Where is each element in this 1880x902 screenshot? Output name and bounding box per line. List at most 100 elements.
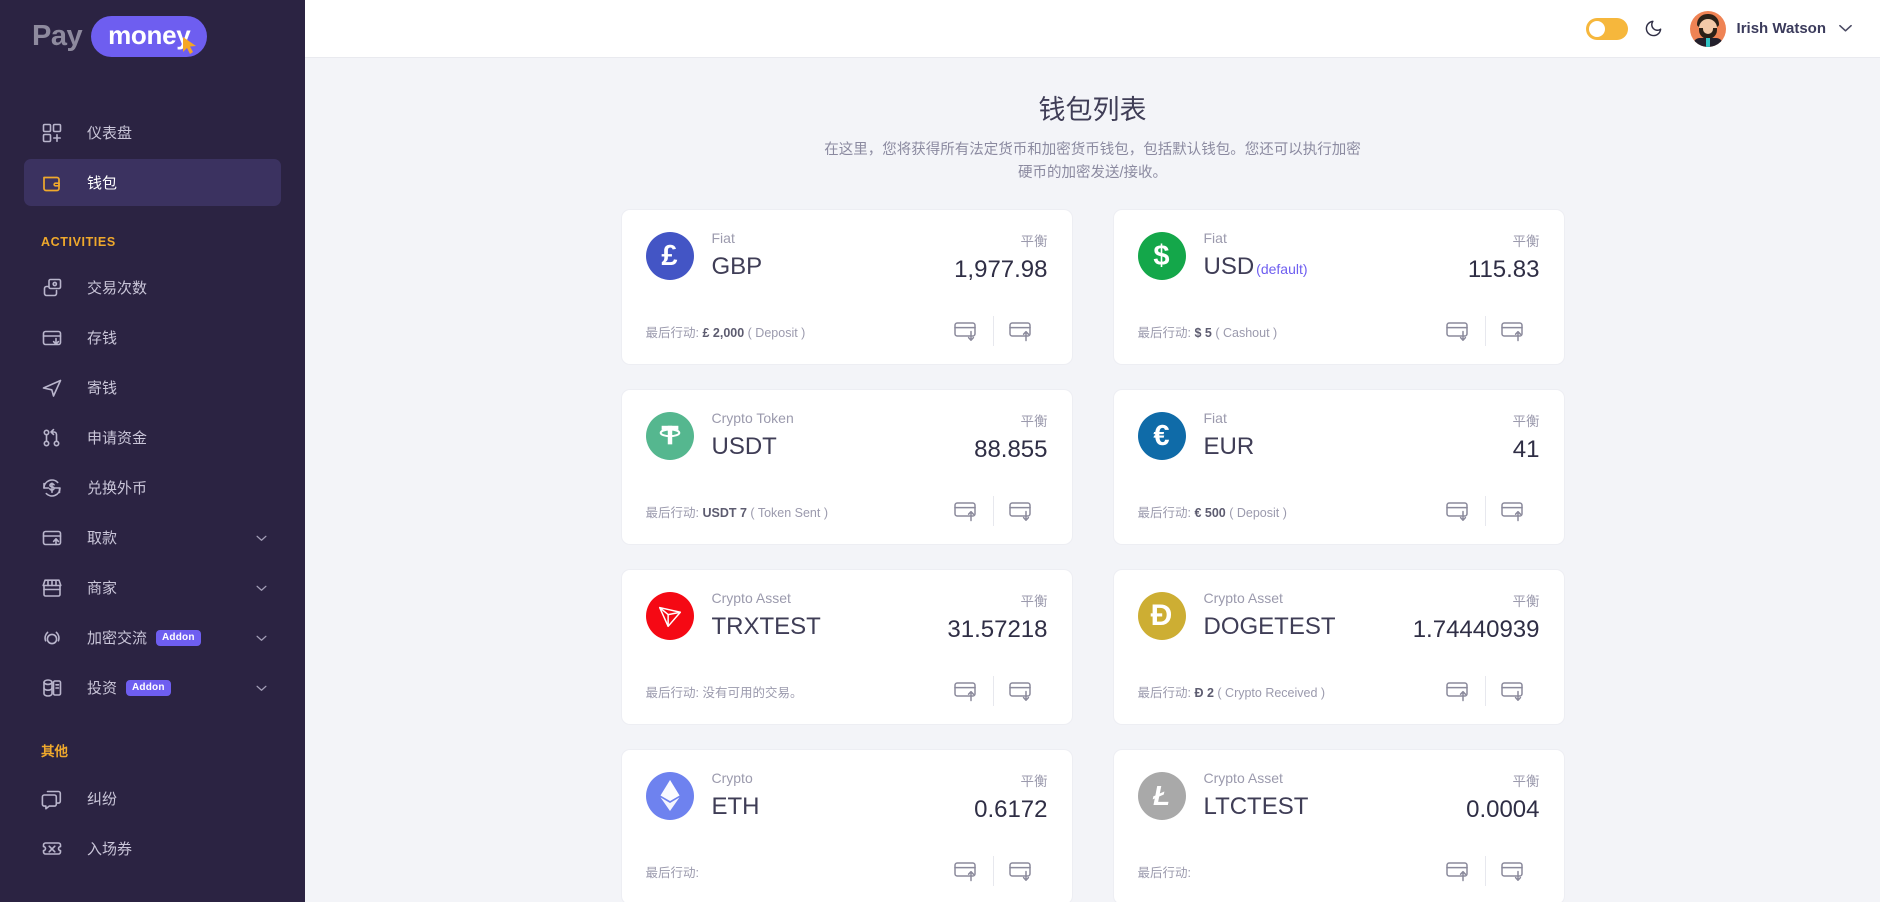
balance-label: 平衡 (1512, 234, 1540, 250)
sidebar-item-deposit[interactable]: 存钱 (24, 314, 281, 361)
chevron-down-icon[interactable] (256, 529, 267, 547)
wallet-grid: £ Fiat GBP 平衡 1,977.98 最后行动: £ 2,000 ( D… (305, 209, 1880, 902)
balance-label: 平衡 (1020, 414, 1048, 430)
sidebar-item-label: 仪表盘 (87, 125, 133, 142)
balance-label: 平衡 (1512, 414, 1540, 430)
send-crypto-icon-button[interactable] (1431, 674, 1485, 708)
deposit-icon-button[interactable] (1431, 494, 1485, 528)
page-title: 钱包列表 (1038, 95, 1147, 125)
wallet-actions (939, 494, 1048, 528)
balance-value: 41 (1512, 436, 1540, 464)
withdraw-icon-button[interactable] (1486, 314, 1540, 348)
sidebar-item-ticket[interactable]: 入场券 (24, 825, 281, 872)
sidebar-item-label: 申请资金 (87, 430, 148, 447)
wallet-actions (939, 854, 1048, 888)
chevron-down-icon[interactable] (256, 629, 267, 647)
sidebar-item-exchange[interactable]: 兑换外币 (24, 464, 281, 511)
send-crypto-icon-button[interactable] (939, 854, 993, 888)
wallet-balance-block: 平衡 1.74440939 (1413, 590, 1540, 644)
last-action-text: 最后行动: € 500 ( Deposit ) (1138, 502, 1287, 521)
sidebar-item-wallet[interactable]: 钱包 (24, 159, 281, 206)
content-scroll-area[interactable]: 钱包列表 在这里，您将获得所有法定货币和加密货币钱包，包括默认钱包。您还可以执行… (305, 58, 1880, 902)
last-action-kind: 没有可用的交易。 (702, 685, 803, 700)
wallet-icon (41, 172, 63, 194)
wallet-actions (939, 314, 1048, 348)
wallet-balance-block: 平衡 115.83 (1468, 230, 1540, 284)
wallet-card[interactable]: Ð Crypto Asset DOGETEST 平衡 1.74440939 最后… (1112, 569, 1565, 726)
wallet-code-row: GBP (712, 253, 955, 281)
send-crypto-icon-button[interactable] (939, 494, 993, 528)
balance-label: 平衡 (1512, 594, 1540, 610)
balance-value: 0.6172 (974, 796, 1048, 824)
receive-crypto-icon-button[interactable] (994, 494, 1048, 528)
wallet-card[interactable]: Crypto Token USDT 平衡 88.855 最后行动: USDT 7… (620, 389, 1073, 546)
wallet-code: EUR (1203, 433, 1255, 461)
last-action-label: 最后行动: (645, 505, 699, 520)
moon-icon[interactable] (1644, 19, 1663, 38)
avatar[interactable] (1689, 10, 1726, 47)
wallet-names: Fiat EUR (1204, 410, 1513, 461)
sidebar: Pay money 仪表盘 钱包 ACTIVITIES 交易次数 存钱 寄钱 申请资金 兑换外… (0, 0, 305, 902)
ltc-coin-icon: Ł (1137, 772, 1186, 821)
withdraw-icon-button[interactable] (1486, 494, 1540, 528)
brand-logo[interactable]: Pay money (0, 0, 305, 72)
sidebar-item-label: 兑换外币 (87, 480, 148, 497)
wallet-card[interactable]: Ł Crypto Asset LTCTEST 平衡 0.0004 最后行动: (1112, 749, 1565, 902)
chevron-down-icon[interactable] (1839, 24, 1852, 33)
send-crypto-icon-button[interactable] (939, 674, 993, 708)
sidebar-item-withdraw[interactable]: 取款 (24, 514, 281, 561)
page-subtitle: 在这里，您将获得所有法定货币和加密货币钱包，包括默认钱包。您还可以执行加密硬币的… (824, 142, 1361, 182)
receive-crypto-icon-button[interactable] (994, 674, 1048, 708)
wallet-card[interactable]: Crypto ETH 平衡 0.6172 最后行动: (620, 749, 1073, 902)
theme-toggle[interactable] (1585, 17, 1628, 40)
wallet-card-top: € Fiat EUR 平衡 41 (1137, 410, 1540, 464)
wallet-card[interactable]: Crypto Asset TRXTEST 平衡 31.57218 最后行动: 没… (620, 569, 1073, 726)
balance-label: 平衡 (1512, 774, 1540, 790)
chevron-down-icon[interactable] (256, 579, 267, 597)
transactions-icon (41, 277, 63, 299)
wallet-type: Crypto (711, 770, 753, 787)
receive-crypto-icon-button[interactable] (994, 854, 1048, 888)
last-action-text: 最后行动: 没有可用的交易。 (646, 682, 803, 701)
sidebar-item-dispute[interactable]: 纠纷 (24, 775, 281, 822)
last-action-text: 最后行动: £ 2,000 ( Deposit ) (646, 322, 806, 341)
sidebar-item-label: 钱包 (87, 175, 118, 192)
sidebar-item-request-funds[interactable]: 申请资金 (24, 414, 281, 461)
sidebar-item-transactions[interactable]: 交易次数 (24, 264, 281, 311)
request-funds-icon (41, 427, 63, 449)
wallet-code: DOGETEST (1203, 613, 1336, 641)
wallet-balance-block: 平衡 1,977.98 (954, 230, 1047, 284)
last-action-text: 最后行动: Ð 2 ( Crypto Received ) (1138, 682, 1326, 701)
sidebar-item-investment[interactable]: 投资 Addon (24, 664, 281, 711)
chevron-down-icon[interactable] (256, 679, 267, 697)
wallet-names: Crypto Token USDT (712, 410, 975, 461)
balance-value: 88.855 (974, 436, 1048, 464)
receive-crypto-icon-button[interactable] (1486, 854, 1540, 888)
wallet-card-top: Crypto Token USDT 平衡 88.855 (645, 410, 1048, 464)
sidebar-item-dashboard[interactable]: 仪表盘 (24, 109, 281, 156)
app-root: Pay money 仪表盘 钱包 ACTIVITIES 交易次数 存钱 寄钱 申请资金 兑换外… (0, 0, 1880, 902)
deposit-icon-button[interactable] (939, 314, 993, 348)
receive-crypto-icon-button[interactable] (1486, 674, 1540, 708)
send-crypto-icon-button[interactable] (1431, 854, 1485, 888)
crypto-exchange-icon (41, 627, 63, 649)
wallet-type: Crypto Token (711, 410, 794, 427)
wallet-card-bottom: 最后行动: (646, 854, 1048, 902)
deposit-icon-button[interactable] (1431, 314, 1485, 348)
sidebar-item-crypto-exchange[interactable]: 加密交流 Addon (24, 614, 281, 661)
wallet-names: Fiat USD (default) (1204, 230, 1468, 281)
sidebar-item-merchant[interactable]: 商家 (24, 564, 281, 611)
withdraw-icon-button[interactable] (994, 314, 1048, 348)
wallet-names: Crypto Asset LTCTEST (1204, 770, 1467, 821)
balance-label: 平衡 (1020, 774, 1048, 790)
last-action-text: 最后行动: $ 5 ( Cashout ) (1138, 322, 1278, 341)
wallet-card[interactable]: € Fiat EUR 平衡 41 最后行动: € 500 ( Deposit ) (1112, 389, 1565, 546)
last-action-text: 最后行动: (1138, 862, 1191, 881)
wallet-card-bottom: 最后行动: $ 5 ( Cashout ) (1138, 314, 1540, 364)
sidebar-item-label: 入场券 (87, 841, 133, 858)
wallet-card-top: Ł Crypto Asset LTCTEST 平衡 0.0004 (1137, 770, 1540, 824)
wallet-card[interactable]: £ Fiat GBP 平衡 1,977.98 最后行动: £ 2,000 ( D… (620, 209, 1073, 366)
balance-value: 1.74440939 (1412, 616, 1540, 644)
sidebar-item-send[interactable]: 寄钱 (24, 364, 281, 411)
wallet-card[interactable]: $ Fiat USD (default) 平衡 115.83 最后行动: $ 5… (1112, 209, 1565, 366)
